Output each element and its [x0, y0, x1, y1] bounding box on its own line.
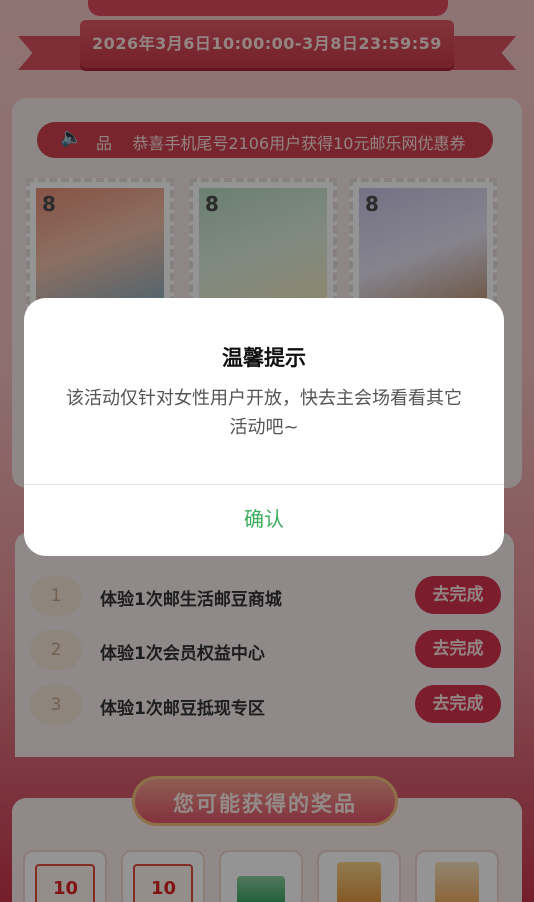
dialog-title: 温馨提示	[222, 346, 306, 370]
confirm-button[interactable]: 确认	[24, 485, 504, 556]
notice-dialog: 温馨提示 该活动仅针对女性用户开放，快去主会场看看其它活动吧~ 确认	[24, 298, 504, 556]
dialog-message: 该活动仅针对女性用户开放，快去主会场看看其它活动吧~	[66, 388, 462, 438]
activity-page: 2026年3月6日10:00:00-3月8日23:59:59 🔈 品 恭喜手机尾…	[0, 0, 534, 902]
